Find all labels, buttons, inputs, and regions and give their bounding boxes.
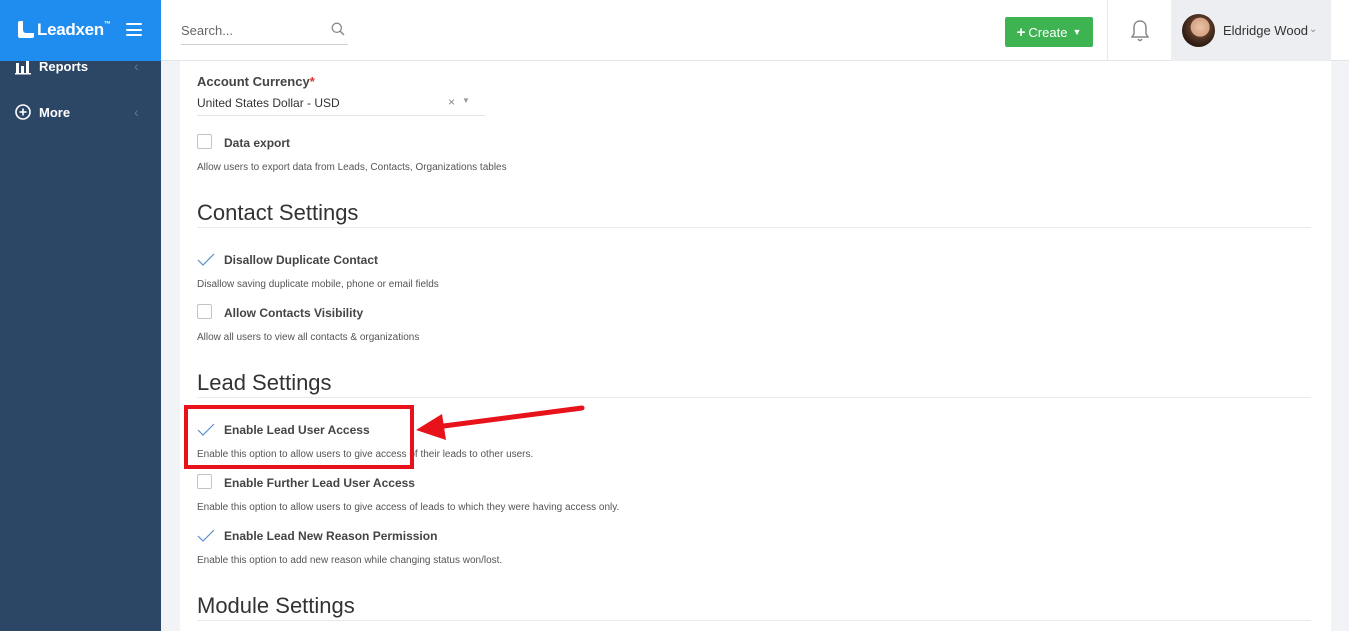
bell-icon[interactable]	[1130, 19, 1150, 43]
chevron-down-icon: ⌄	[1309, 24, 1318, 35]
data-export-checkbox[interactable]	[197, 134, 212, 149]
section-divider	[197, 620, 1311, 621]
user-name: Eldridge Wood	[1223, 23, 1309, 38]
data-export-label: Data export	[224, 136, 291, 150]
allow-contacts-visibility-description: Allow all users to view all contacts & o…	[197, 332, 420, 343]
section-divider	[197, 397, 1311, 398]
create-button-label: Create	[1028, 24, 1068, 40]
currency-value: United States Dollar - USD	[197, 96, 340, 110]
sidebar: Leadxen™ Reports ‹ More ‹	[0, 0, 161, 631]
avatar	[1182, 14, 1215, 47]
sidebar-item-label: Reports	[39, 58, 89, 74]
search-icon[interactable]	[331, 22, 345, 36]
enable-further-lead-user-access-checkbox[interactable]	[197, 474, 212, 489]
currency-label: Account Currency*	[197, 74, 315, 89]
annotation-highlight-box	[184, 405, 414, 469]
user-menu[interactable]: Eldridge Wood ⌄	[1171, 0, 1331, 61]
bar-chart-icon	[15, 61, 31, 75]
dropdown-arrow-icon[interactable]: ▼	[462, 96, 470, 105]
plus-icon: +	[1016, 23, 1026, 41]
menu-toggle-icon[interactable]	[126, 23, 142, 36]
annotation-arrow-icon	[416, 405, 585, 440]
enable-lead-new-reason-permission-description: Enable this option to add new reason whi…	[197, 555, 503, 566]
check-icon[interactable]	[197, 253, 215, 267]
sidebar-item-more[interactable]: More ‹	[0, 95, 161, 129]
sidebar-item-label: More	[39, 104, 71, 120]
allow-contacts-visibility-checkbox[interactable]	[197, 304, 212, 319]
plus-circle-icon	[15, 104, 31, 120]
search-box	[181, 15, 348, 45]
currency-select[interactable]: United States Dollar - USD × ▼	[197, 90, 485, 116]
settings-panel: Account Currency* United States Dollar -…	[180, 61, 1331, 631]
brand-name[interactable]: Leadxen™	[37, 20, 111, 40]
disallow-duplicate-contact-label: Disallow Duplicate Contact	[224, 253, 379, 267]
enable-further-lead-user-access-description: Enable this option to allow users to giv…	[197, 502, 620, 513]
leadxen-logo-icon	[18, 21, 34, 38]
check-icon[interactable]	[197, 529, 215, 543]
enable-lead-new-reason-permission-label: Enable Lead New Reason Permission	[224, 529, 438, 543]
data-export-description: Allow users to export data from Leads, C…	[197, 162, 507, 173]
module-settings-title: Module Settings	[197, 593, 355, 618]
lead-settings-title: Lead Settings	[197, 370, 332, 395]
clear-icon[interactable]: ×	[448, 95, 455, 109]
sidebar-item-reports[interactable]: Reports ‹	[0, 49, 161, 83]
search-input[interactable]	[181, 19, 321, 41]
chevron-left-icon: ‹	[134, 104, 139, 120]
allow-contacts-visibility-label: Allow Contacts Visibility	[224, 306, 364, 320]
create-button[interactable]: + Create ▼	[1005, 17, 1093, 47]
divider	[1107, 0, 1108, 61]
chevron-down-icon: ▼	[1072, 27, 1082, 37]
disallow-duplicate-contact-description: Disallow saving duplicate mobile, phone …	[197, 279, 439, 290]
chevron-left-icon: ‹	[134, 58, 139, 74]
contact-settings-title: Contact Settings	[197, 200, 359, 225]
topbar: + Create ▼ Eldridge Wood ⌄	[161, 0, 1349, 61]
enable-further-lead-user-access-label: Enable Further Lead User Access	[224, 476, 415, 490]
section-divider	[197, 227, 1311, 228]
